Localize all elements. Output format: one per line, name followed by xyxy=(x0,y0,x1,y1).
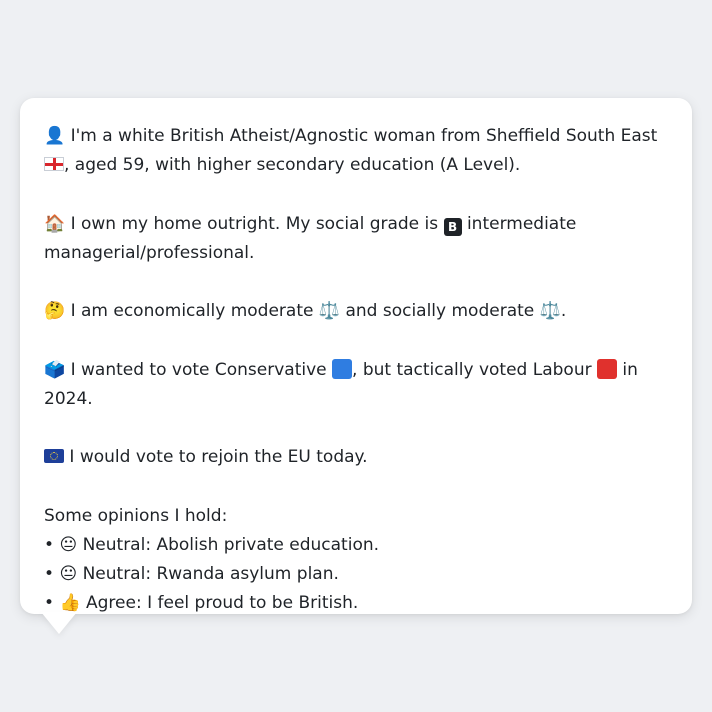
identity-text: I'm a white British Atheist/Agnostic wom… xyxy=(70,126,658,146)
opinion-text: Neutral: Abolish private education. xyxy=(82,534,380,555)
politics-end: . xyxy=(560,301,567,322)
opinions-list: • 😐 Neutral: Abolish private education. … xyxy=(44,531,668,619)
eu-paragraph: I would vote to rejoin the EU today. xyxy=(44,443,668,472)
vote-paragraph: 🗳️ I wanted to vote Conservative , but t… xyxy=(44,356,668,414)
opinions-heading: Some opinions I hold: xyxy=(44,505,228,526)
identity-text-rest: , aged 59, with higher secondary educati… xyxy=(64,155,521,176)
social-grade-badge: B xyxy=(443,217,462,236)
thumbs-up-icon: 👍 xyxy=(59,593,81,614)
bullet: • xyxy=(44,534,55,555)
identity-paragraph: 👤 I'm a white British Atheist/Agnostic w… xyxy=(44,122,668,180)
opinion-text: Agree: I feel proud to be British. xyxy=(86,593,359,614)
vote-text-2: , but tactically voted Labour xyxy=(352,359,592,380)
vote-text-1: I wanted to vote Conservative xyxy=(70,359,327,380)
conservative-blue-square-icon xyxy=(332,358,353,379)
list-item: • 👍 Agree: I feel proud to be British. xyxy=(44,589,668,618)
eu-flag-icon xyxy=(44,449,64,464)
eu-text: I would vote to rejoin the EU today. xyxy=(69,447,368,468)
neutral-face-icon: 😐 xyxy=(59,534,78,555)
england-flag-icon xyxy=(44,157,64,172)
balance-scale-icon: ⚖️ xyxy=(539,301,561,322)
person-silhouette-icon: 👤 xyxy=(44,126,66,146)
list-item: • 😐 Neutral: Abolish private education. xyxy=(44,531,668,560)
social-text: and socially moderate xyxy=(345,301,535,322)
balance-scale-icon: ⚖️ xyxy=(318,301,341,322)
economic-text: I am economically moderate xyxy=(70,301,314,322)
politics-paragraph: 🤔 I am economically moderate ⚖️ and soci… xyxy=(44,297,668,326)
home-paragraph: 🏠 I own my home outright. My social grad… xyxy=(44,210,668,268)
profile-message-bubble: 👤 I'm a white British Atheist/Agnostic w… xyxy=(20,98,692,614)
thinking-face-icon: 🤔 xyxy=(44,301,66,322)
bubble-tail xyxy=(41,612,77,634)
neutral-face-icon: 😐 xyxy=(59,563,78,584)
list-item: • 😐 Neutral: Rwanda asylum plan. xyxy=(44,560,668,589)
house-icon: 🏠 xyxy=(44,213,66,234)
bullet: • xyxy=(44,593,55,614)
labour-red-square-icon xyxy=(596,358,617,379)
opinion-text: Neutral: Rwanda asylum plan. xyxy=(82,563,339,584)
ballot-box-icon: 🗳️ xyxy=(44,359,66,380)
home-text: I own my home outright. My social grade … xyxy=(70,213,439,234)
bullet: • xyxy=(44,563,55,584)
